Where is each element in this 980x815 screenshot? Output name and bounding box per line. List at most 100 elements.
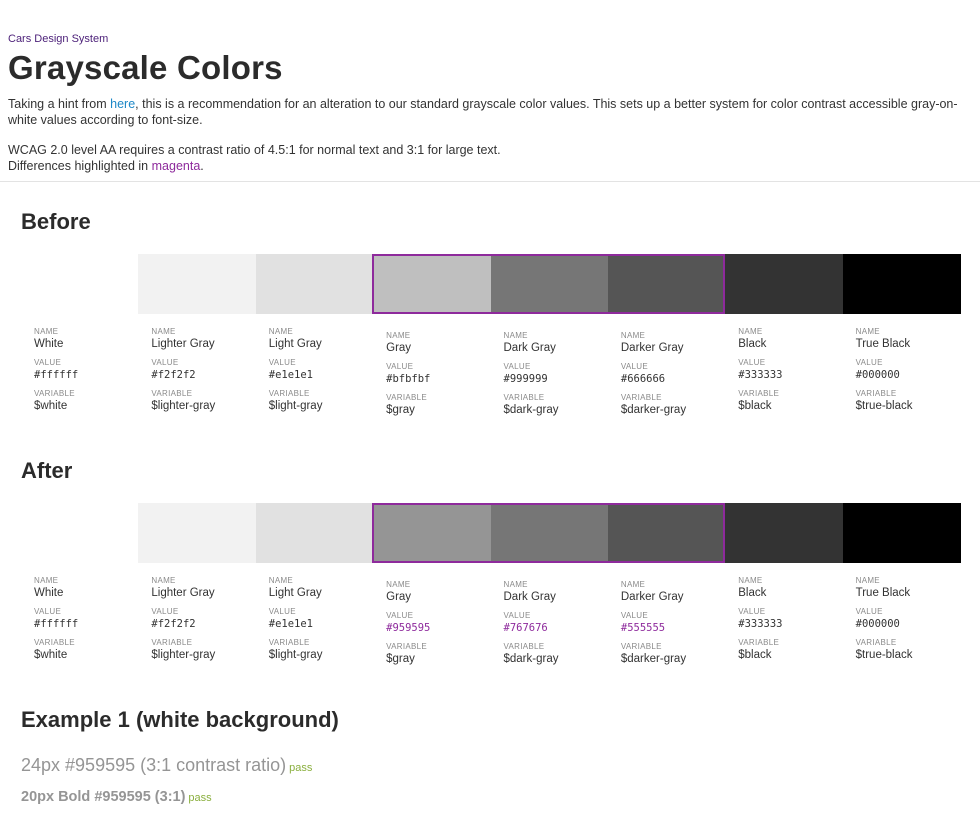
example-line-24px: 24px #959595 (3:1 contrast ratio) pass: [21, 755, 312, 776]
wcag-text: WCAG 2.0 level AA requires a contrast ra…: [8, 143, 501, 157]
before-section-title: Before: [21, 209, 91, 234]
after-swatch-info: NAME Black VALUE #333333 VARIABLE $black: [738, 576, 853, 669]
name-label: NAME: [268, 576, 294, 585]
swatch-value: #f2f2f2: [151, 618, 196, 630]
swatch-variable: $white: [34, 400, 68, 412]
after-swatch-info: NAME Gray VALUE #959595 VARIABLE $gray: [386, 580, 501, 673]
before-swatch-light-gray: [255, 254, 374, 314]
after-swatch-info: NAME Lighter Gray VALUE #f2f2f2 VARIABLE $lig…: [151, 576, 266, 669]
variable-label: VARIABLE: [34, 389, 75, 398]
example-line-24px-text: 24px #959595 (3:1 contrast ratio): [21, 755, 287, 775]
swatch-variable: $white: [34, 649, 68, 661]
swatch-variable: $gray: [386, 653, 415, 665]
swatch-name: Black: [738, 338, 767, 350]
swatch-variable: $dark-gray: [503, 653, 559, 665]
before-swatch-info: NAME Black VALUE #333333 VARIABLE $black: [738, 327, 853, 420]
name-label: NAME: [855, 576, 880, 585]
swatch-variable: $true-black: [855, 649, 913, 661]
intro-text-start: Taking a hint from: [8, 97, 111, 111]
value-label: VALUE: [34, 358, 62, 367]
name-label: NAME: [738, 327, 763, 336]
before-swatch-black: [725, 254, 844, 314]
name-label: NAME: [620, 331, 646, 340]
swatch-variable: $lighter-gray: [151, 649, 216, 661]
variable-label: VARIABLE: [620, 642, 662, 651]
intro-text-end: , this is a recommendation for an altera…: [8, 97, 958, 127]
variable-label: VARIABLE: [268, 638, 310, 647]
variable-label: VARIABLE: [855, 638, 897, 647]
swatch-value: #555555: [620, 622, 666, 634]
value-label: VALUE: [738, 358, 766, 367]
swatch-variable: $true-black: [855, 400, 913, 412]
after-swatch-info: NAME Darker Gray VALUE #555555 VARIABLE $dark…: [621, 580, 736, 673]
name-label: NAME: [620, 580, 646, 589]
after-swatch-black: [725, 503, 844, 563]
before-difference-highlight: [372, 254, 725, 314]
variable-label: VARIABLE: [151, 389, 193, 398]
swatch-value: #000000: [855, 369, 900, 381]
name-label: NAME: [151, 576, 176, 585]
before-swatch-info: NAME Light Gray VALUE #e1e1e1 VARIABLE $light…: [269, 327, 384, 420]
name-label: NAME: [34, 327, 59, 336]
variable-label: VARIABLE: [855, 389, 897, 398]
swatch-name: Gray: [386, 342, 412, 354]
swatch-variable: $light-gray: [268, 649, 323, 661]
variable-label: VARIABLE: [268, 389, 310, 398]
swatch-variable: $darker-gray: [620, 404, 687, 416]
name-label: NAME: [268, 327, 294, 336]
swatch-variable: $gray: [386, 404, 415, 416]
value-label: VALUE: [268, 358, 296, 367]
after-swatch-white: [21, 503, 139, 563]
swatch-variable: $lighter-gray: [151, 400, 216, 412]
variable-label: VARIABLE: [503, 393, 545, 402]
swatch-variable: $black: [738, 649, 772, 661]
name-label: NAME: [386, 580, 411, 589]
swatch-name: Black: [738, 587, 767, 599]
swatch-value: #bfbfbf: [386, 373, 431, 385]
swatch-name: True Black: [855, 338, 911, 350]
before-swatch-info: NAME True Black VALUE #000000 VARIABLE $true-…: [856, 327, 971, 420]
name-label: NAME: [503, 580, 528, 589]
magenta-link[interactable]: magenta: [152, 159, 201, 173]
swatch-value: #999999: [503, 373, 548, 385]
swatch-name: Gray: [386, 591, 412, 603]
swatch-variable: $light-gray: [268, 400, 323, 412]
before-swatch-white: [21, 254, 139, 314]
value-label: VALUE: [855, 607, 883, 616]
before-swatch-true-black: [842, 254, 961, 314]
example-line-20px-text: 20px Bold #959595 (3:1): [21, 789, 186, 805]
before-swatch-info: NAME Gray VALUE #bfbfbf VARIABLE $gray: [386, 331, 501, 424]
swatch-value: #333333: [738, 618, 783, 630]
diff-text-end: .: [200, 159, 204, 173]
name-label: NAME: [855, 327, 880, 336]
value-label: VALUE: [620, 362, 649, 371]
value-label: VALUE: [268, 607, 296, 616]
swatch-variable: $darker-gray: [620, 653, 687, 665]
variable-label: VARIABLE: [503, 642, 545, 651]
example-section-title: Example 1 (white background): [21, 707, 339, 732]
after-section-title: After: [21, 458, 73, 483]
design-system-eyebrow[interactable]: Cars Design System: [8, 32, 972, 46]
name-label: NAME: [503, 331, 528, 340]
pass-badge: pass: [289, 762, 313, 774]
here-link[interactable]: here: [110, 97, 135, 111]
swatch-name: Lighter Gray: [151, 587, 215, 599]
variable-label: VARIABLE: [620, 393, 662, 402]
after-swatch-light-gray: [255, 503, 374, 563]
value-label: VALUE: [386, 611, 414, 620]
variable-label: VARIABLE: [151, 638, 193, 647]
swatch-variable: $black: [738, 400, 772, 412]
intro-paragraph: Taking a hint from here, this is a recom…: [8, 96, 958, 128]
before-swatch-row: [21, 254, 961, 314]
before-swatch-info: NAME Dark Gray VALUE #999999 VARIABLE $dark-g…: [504, 331, 619, 424]
swatch-name: Darker Gray: [620, 591, 684, 603]
swatch-value: #f2f2f2: [151, 369, 196, 381]
value-label: VALUE: [620, 611, 649, 620]
value-label: VALUE: [386, 362, 414, 371]
swatch-name: Dark Gray: [503, 342, 556, 354]
before-swatch-lighter-gray: [138, 254, 257, 314]
swatch-name: White: [34, 338, 64, 350]
swatch-value: #e1e1e1: [268, 618, 314, 630]
swatch-value: #333333: [738, 369, 783, 381]
value-label: VALUE: [503, 362, 531, 371]
